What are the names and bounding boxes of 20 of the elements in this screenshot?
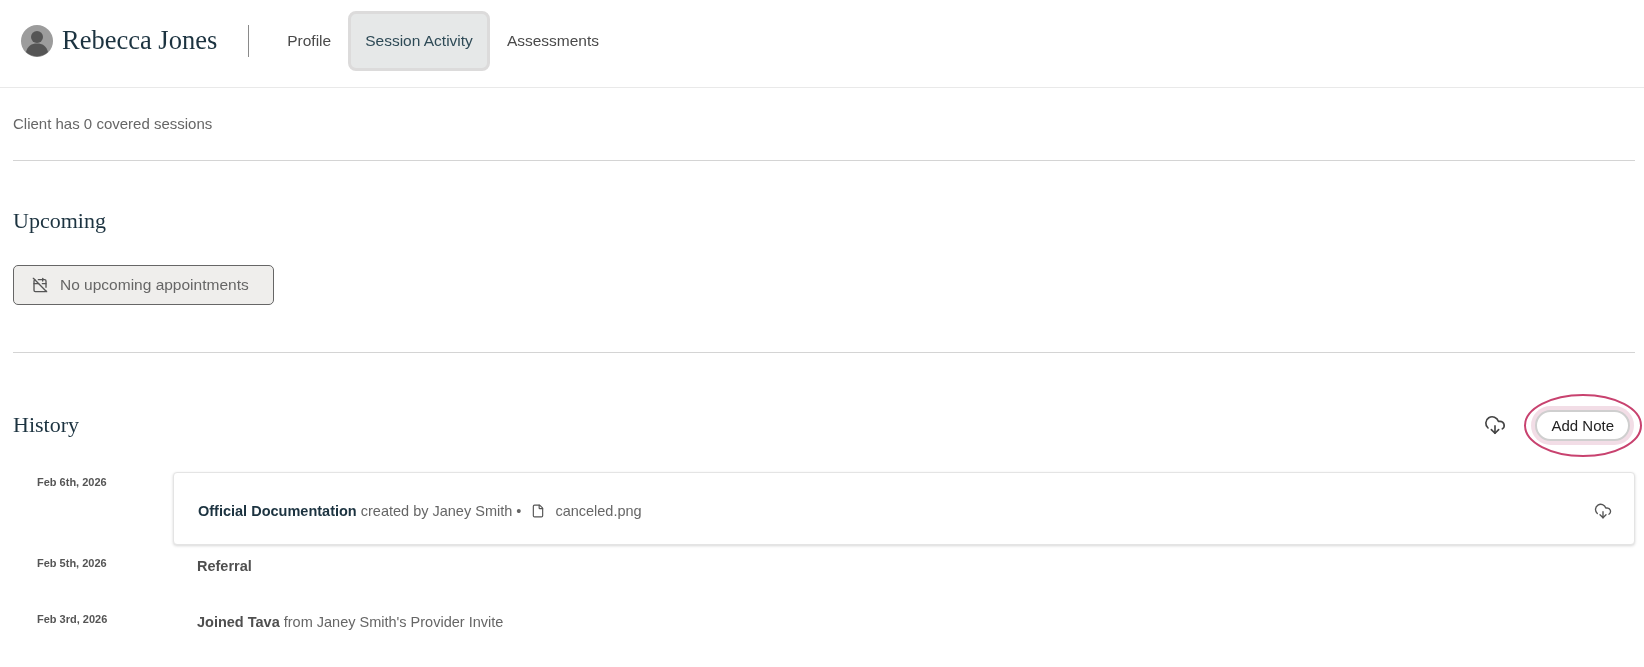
empty-message: No upcoming appointments — [60, 276, 249, 294]
tab[interactable]: Assessments — [489, 10, 617, 71]
section-title: Upcoming — [13, 209, 107, 233]
entry-date: Feb 6th, 2026 — [37, 476, 107, 489]
client-name: Rebecca Jones — [62, 25, 218, 56]
section-title: History — [13, 413, 79, 437]
file-icon — [531, 503, 546, 518]
tab[interactable]: Session Activity — [348, 10, 490, 71]
download-icon[interactable] — [1484, 414, 1507, 436]
entry-date: Feb 5th, 2026 — [37, 557, 107, 570]
attachment-name[interactable]: canceled.png — [555, 502, 642, 519]
coverage-note: Client has 0 covered sessions — [13, 114, 214, 134]
tab[interactable]: Profile — [270, 10, 349, 71]
entry-date: Feb 3rd, 2026 — [37, 613, 108, 626]
history-entry-text: Official Documentation created by Janey Smith • — [198, 501, 522, 521]
download-icon[interactable] — [1594, 501, 1612, 520]
history-entry-text: Referral — [197, 557, 252, 576]
avatar-icon — [21, 24, 53, 57]
history-entry-text: Joined Tava from Janey Smith's Provider Invite — [197, 613, 504, 632]
calendar-off-icon — [32, 277, 48, 293]
